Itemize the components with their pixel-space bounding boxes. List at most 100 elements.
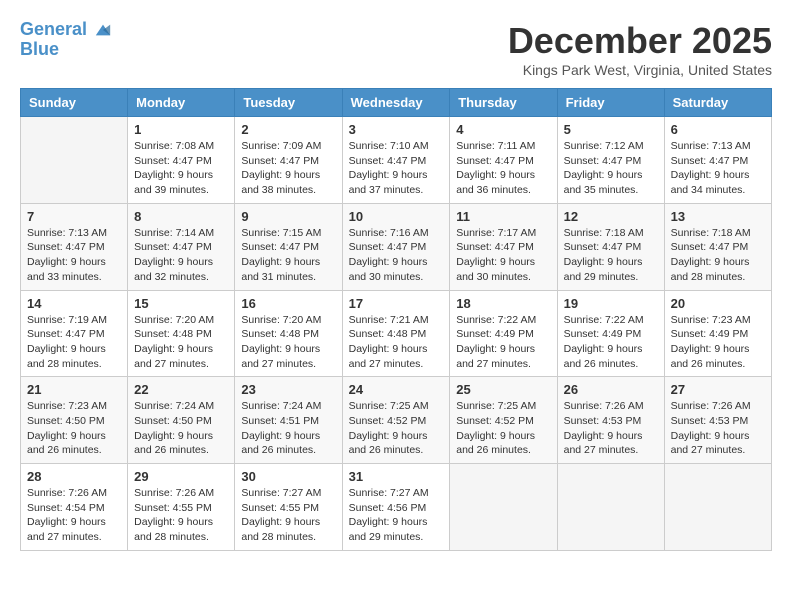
calendar-cell (21, 117, 128, 204)
day-number: 2 (241, 122, 335, 137)
calendar-cell: 13 Sunrise: 7:18 AM Sunset: 4:47 PM Dayli… (664, 203, 771, 290)
calendar-cell: 12 Sunrise: 7:18 AM Sunset: 4:47 PM Dayli… (557, 203, 664, 290)
calendar-cell: 10 Sunrise: 7:16 AM Sunset: 4:47 PM Dayli… (342, 203, 450, 290)
day-info: Sunrise: 7:24 AM Sunset: 4:51 PM Dayligh… (241, 399, 335, 458)
calendar-cell: 30Sunrise: 7:27 AM Sunset: 4:55 PM Dayli… (235, 464, 342, 551)
day-header-wednesday: Wednesday (342, 89, 450, 117)
day-number: 20 (671, 296, 765, 311)
day-number: 9 (241, 209, 335, 224)
day-info: Sunrise: 7:16 AM Sunset: 4:47 PM Dayligh… (349, 226, 444, 285)
day-number: 24 (349, 382, 444, 397)
day-number: 11 (456, 209, 550, 224)
calendar-cell: 15 Sunrise: 7:20 AM Sunset: 4:48 PM Dayli… (128, 290, 235, 377)
day-info: Sunrise: 7:14 AM Sunset: 4:47 PM Dayligh… (134, 226, 228, 285)
calendar-table: SundayMondayTuesdayWednesdayThursdayFrid… (20, 88, 772, 551)
calendar-cell: 17Sunrise: 7:21 AM Sunset: 4:48 PM Dayli… (342, 290, 450, 377)
day-info: Sunrise: 7:22 AM Sunset: 4:49 PM Dayligh… (564, 313, 658, 372)
calendar-week-4: 21 Sunrise: 7:23 AM Sunset: 4:50 PM Dayli… (21, 377, 772, 464)
day-info: Sunrise: 7:27 AM Sunset: 4:56 PM Dayligh… (349, 486, 444, 545)
day-header-friday: Friday (557, 89, 664, 117)
calendar-cell (664, 464, 771, 551)
day-info: Sunrise: 7:13 AM Sunset: 4:47 PM Dayligh… (671, 139, 765, 198)
calendar-cell: 3 Sunrise: 7:10 AM Sunset: 4:47 PM Daylig… (342, 117, 450, 204)
calendar-cell: 5Sunrise: 7:12 AM Sunset: 4:47 PM Daylig… (557, 117, 664, 204)
calendar-cell: 14 Sunrise: 7:19 AM Sunset: 4:47 PM Dayli… (21, 290, 128, 377)
day-info: Sunrise: 7:08 AM Sunset: 4:47 PM Dayligh… (134, 139, 228, 198)
month-title: December 2025 (508, 20, 772, 62)
calendar-cell: 24 Sunrise: 7:25 AM Sunset: 4:52 PM Dayli… (342, 377, 450, 464)
location: Kings Park West, Virginia, United States (508, 62, 772, 78)
day-info: Sunrise: 7:13 AM Sunset: 4:47 PM Dayligh… (27, 226, 121, 285)
day-info: Sunrise: 7:25 AM Sunset: 4:52 PM Dayligh… (349, 399, 444, 458)
day-info: Sunrise: 7:23 AM Sunset: 4:50 PM Dayligh… (27, 399, 121, 458)
calendar-cell: 1 Sunrise: 7:08 AM Sunset: 4:47 PM Daylig… (128, 117, 235, 204)
day-number: 19 (564, 296, 658, 311)
calendar-cell: 16 Sunrise: 7:20 AM Sunset: 4:48 PM Dayli… (235, 290, 342, 377)
day-info: Sunrise: 7:26 AM Sunset: 4:55 PM Dayligh… (134, 486, 228, 545)
day-number: 6 (671, 122, 765, 137)
day-info: Sunrise: 7:20 AM Sunset: 4:48 PM Dayligh… (134, 313, 228, 372)
day-header-tuesday: Tuesday (235, 89, 342, 117)
calendar-cell: 28 Sunrise: 7:26 AM Sunset: 4:54 PM Dayli… (21, 464, 128, 551)
day-info: Sunrise: 7:15 AM Sunset: 4:47 PM Dayligh… (241, 226, 335, 285)
logo: General Blue (20, 20, 112, 60)
day-info: Sunrise: 7:26 AM Sunset: 4:53 PM Dayligh… (671, 399, 765, 458)
day-number: 4 (456, 122, 550, 137)
day-info: Sunrise: 7:25 AM Sunset: 4:52 PM Dayligh… (456, 399, 550, 458)
calendar-header-row: SundayMondayTuesdayWednesdayThursdayFrid… (21, 89, 772, 117)
day-number: 23 (241, 382, 335, 397)
day-number: 15 (134, 296, 228, 311)
day-info: Sunrise: 7:24 AM Sunset: 4:50 PM Dayligh… (134, 399, 228, 458)
day-number: 8 (134, 209, 228, 224)
day-number: 10 (349, 209, 444, 224)
calendar-cell: 22Sunrise: 7:24 AM Sunset: 4:50 PM Dayli… (128, 377, 235, 464)
logo-text: General (20, 20, 112, 40)
day-header-thursday: Thursday (450, 89, 557, 117)
day-info: Sunrise: 7:18 AM Sunset: 4:47 PM Dayligh… (671, 226, 765, 285)
title-area: December 2025 Kings Park West, Virginia,… (508, 20, 772, 78)
day-info: Sunrise: 7:27 AM Sunset: 4:55 PM Dayligh… (241, 486, 335, 545)
day-number: 18 (456, 296, 550, 311)
calendar-week-1: 1 Sunrise: 7:08 AM Sunset: 4:47 PM Daylig… (21, 117, 772, 204)
calendar-cell: 19 Sunrise: 7:22 AM Sunset: 4:49 PM Dayli… (557, 290, 664, 377)
calendar-cell: 6 Sunrise: 7:13 AM Sunset: 4:47 PM Daylig… (664, 117, 771, 204)
day-info: Sunrise: 7:17 AM Sunset: 4:47 PM Dayligh… (456, 226, 550, 285)
day-info: Sunrise: 7:19 AM Sunset: 4:47 PM Dayligh… (27, 313, 121, 372)
day-number: 13 (671, 209, 765, 224)
calendar-cell: 26Sunrise: 7:26 AM Sunset: 4:53 PM Dayli… (557, 377, 664, 464)
calendar-cell: 11 Sunrise: 7:17 AM Sunset: 4:47 PM Dayli… (450, 203, 557, 290)
day-number: 3 (349, 122, 444, 137)
calendar-cell: 2Sunrise: 7:09 AM Sunset: 4:47 PM Daylig… (235, 117, 342, 204)
day-number: 28 (27, 469, 121, 484)
day-header-sunday: Sunday (21, 89, 128, 117)
calendar-cell: 9 Sunrise: 7:15 AM Sunset: 4:47 PM Daylig… (235, 203, 342, 290)
calendar-cell: 4Sunrise: 7:11 AM Sunset: 4:47 PM Daylig… (450, 117, 557, 204)
day-info: Sunrise: 7:10 AM Sunset: 4:47 PM Dayligh… (349, 139, 444, 198)
calendar-cell: 21 Sunrise: 7:23 AM Sunset: 4:50 PM Dayli… (21, 377, 128, 464)
day-header-saturday: Saturday (664, 89, 771, 117)
calendar-cell (450, 464, 557, 551)
calendar-cell: 29 Sunrise: 7:26 AM Sunset: 4:55 PM Dayli… (128, 464, 235, 551)
day-info: Sunrise: 7:20 AM Sunset: 4:48 PM Dayligh… (241, 313, 335, 372)
day-info: Sunrise: 7:23 AM Sunset: 4:49 PM Dayligh… (671, 313, 765, 372)
day-number: 12 (564, 209, 658, 224)
day-number: 1 (134, 122, 228, 137)
calendar-cell: 27 Sunrise: 7:26 AM Sunset: 4:53 PM Dayli… (664, 377, 771, 464)
calendar-cell: 8 Sunrise: 7:14 AM Sunset: 4:47 PM Daylig… (128, 203, 235, 290)
calendar-cell (557, 464, 664, 551)
day-number: 25 (456, 382, 550, 397)
day-number: 29 (134, 469, 228, 484)
day-number: 21 (27, 382, 121, 397)
day-info: Sunrise: 7:18 AM Sunset: 4:47 PM Dayligh… (564, 226, 658, 285)
day-number: 7 (27, 209, 121, 224)
day-number: 31 (349, 469, 444, 484)
day-number: 27 (671, 382, 765, 397)
day-number: 14 (27, 296, 121, 311)
logo-blue: Blue (20, 40, 112, 60)
day-info: Sunrise: 7:26 AM Sunset: 4:54 PM Dayligh… (27, 486, 121, 545)
day-number: 16 (241, 296, 335, 311)
calendar-cell: 23 Sunrise: 7:24 AM Sunset: 4:51 PM Dayli… (235, 377, 342, 464)
day-info: Sunrise: 7:21 AM Sunset: 4:48 PM Dayligh… (349, 313, 444, 372)
day-header-monday: Monday (128, 89, 235, 117)
day-info: Sunrise: 7:22 AM Sunset: 4:49 PM Dayligh… (456, 313, 550, 372)
